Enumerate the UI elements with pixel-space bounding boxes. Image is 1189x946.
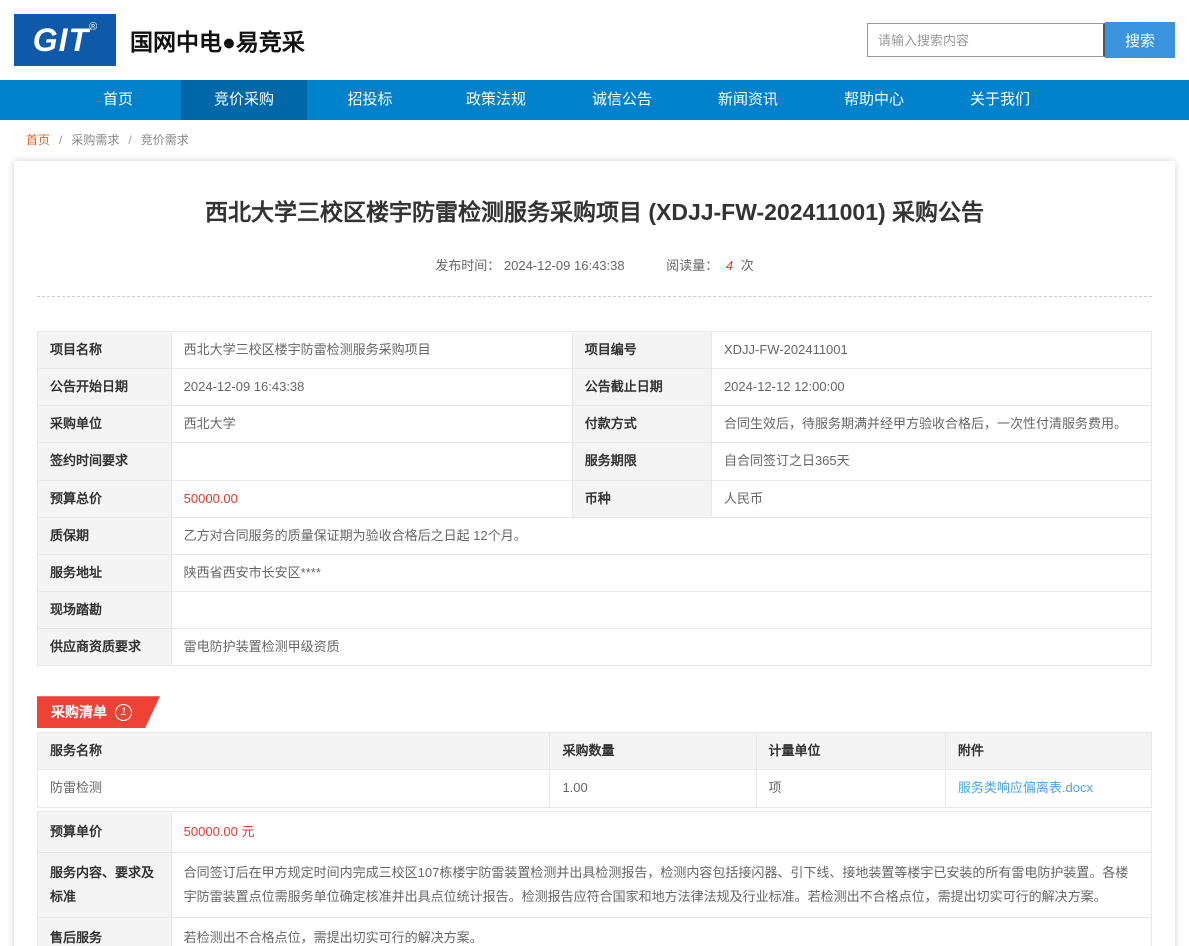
table-row: 公告开始日期 2024-12-09 16:43:38 公告截止日期 2024-1… — [38, 369, 1152, 406]
table-row: 售后服务 若检测出不合格点位，需提出切实可行的解决方案。 — [38, 917, 1152, 946]
column-header-unit: 计量单位 — [756, 733, 945, 770]
views-count: 4 — [726, 258, 733, 273]
info-label: 付款方式 — [572, 406, 711, 443]
brand-title: 国网中电●易竞采 — [130, 23, 305, 57]
project-info-table: 项目名称 西北大学三校区楼宇防雷检测服务采购项目 项目编号 XDJJ-FW-20… — [37, 331, 1152, 666]
info-label: 预算单价 — [38, 811, 172, 852]
attachment-cell: 服务类响应偏离表.docx — [945, 770, 1151, 807]
nav-item-news[interactable]: 新闻资讯 — [685, 80, 811, 120]
info-label: 项目编号 — [572, 332, 711, 369]
column-header-quantity: 采购数量 — [550, 733, 756, 770]
info-label: 供应商资质要求 — [38, 629, 172, 666]
breadcrumb-separator: / — [59, 133, 62, 147]
purchase-list-ribbon: 采购清单 1 — [37, 696, 160, 728]
nav-item-help[interactable]: 帮助中心 — [811, 80, 937, 120]
table-row: 服务内容、要求及标准 合同签订后在甲方规定时间内完成三校区107栋楼宇防雷装置检… — [38, 852, 1152, 917]
site-logo[interactable]: GIT ® — [14, 14, 116, 66]
logo-registered-mark: ® — [89, 21, 97, 66]
info-value: 西北大学三校区楼宇防雷检测服务采购项目 — [171, 332, 572, 369]
info-label: 采购单位 — [38, 406, 172, 443]
nav-item-policy[interactable]: 政策法规 — [433, 80, 559, 120]
page-title: 西北大学三校区楼宇防雷检测服务采购项目 (XDJJ-FW-202411001) … — [37, 193, 1152, 227]
purchase-list-ribbon-label: 采购清单 — [51, 702, 107, 722]
table-row: 质保期 乙方对合同服务的质量保证期为验收合格后之日起 12个月。 — [38, 517, 1152, 554]
table-row: 预算单价 50000.00 元 — [38, 811, 1152, 852]
unit-cell: 项 — [756, 770, 945, 807]
breadcrumb-purchase-demand[interactable]: 采购需求 — [71, 131, 119, 148]
info-label: 现场踏勘 — [38, 591, 172, 628]
info-value: 乙方对合同服务的质量保证期为验收合格后之日起 12个月。 — [171, 517, 1151, 554]
logo-text: GIT — [33, 14, 89, 66]
info-value — [171, 443, 572, 480]
info-value: 合同生效后，待服务期满并经甲方验收合格后，一次性付清服务费用。 — [711, 406, 1151, 443]
breadcrumb: 首页 / 采购需求 / 竞价需求 — [0, 120, 1189, 159]
column-header-service-name: 服务名称 — [38, 733, 550, 770]
breadcrumb-competitive-demand[interactable]: 竞价需求 — [141, 131, 189, 148]
publish-time-label: 发布时间： — [435, 258, 500, 273]
info-label: 公告开始日期 — [38, 369, 172, 406]
search-button[interactable]: 搜索 — [1105, 22, 1175, 58]
table-row: 服务地址 陕西省西安市长安区**** — [38, 554, 1152, 591]
dashed-divider — [37, 296, 1152, 297]
table-row: 防雷检测 1.00 项 服务类响应偏离表.docx — [38, 770, 1152, 807]
info-label: 币种 — [572, 480, 711, 517]
info-label: 服务期限 — [572, 443, 711, 480]
table-row: 供应商资质要求 雷电防护装置检测甲级资质 — [38, 629, 1152, 666]
purchase-list-table: 服务名称 采购数量 计量单位 附件 防雷检测 1.00 项 服务类响应偏离表.d… — [37, 732, 1152, 807]
budget-unit-price-value: 50000.00 元 — [171, 811, 1151, 852]
info-label: 预算总价 — [38, 480, 172, 517]
breadcrumb-home[interactable]: 首页 — [26, 131, 50, 148]
budget-total-value: 50000.00 — [171, 480, 572, 517]
service-content-value: 合同签订后在甲方规定时间内完成三校区107栋楼宇防雷装置检测并出具检测报告，检测… — [171, 852, 1151, 917]
views-label: 阅读量： — [666, 258, 718, 273]
info-label: 公告截止日期 — [572, 369, 711, 406]
info-label: 服务内容、要求及标准 — [38, 852, 172, 917]
nav-item-integrity-notice[interactable]: 诚信公告 — [559, 80, 685, 120]
info-value: 2024-12-12 12:00:00 — [711, 369, 1151, 406]
info-label: 项目名称 — [38, 332, 172, 369]
info-value — [171, 591, 1151, 628]
table-row: 预算总价 50000.00 币种 人民币 — [38, 480, 1152, 517]
nav-item-tender[interactable]: 招投标 — [307, 80, 433, 120]
info-value: 自合同签订之日365天 — [711, 443, 1151, 480]
nav-item-about[interactable]: 关于我们 — [937, 80, 1063, 120]
purchase-list-count-badge: 1 — [115, 704, 132, 721]
info-label: 质保期 — [38, 517, 172, 554]
info-label: 售后服务 — [38, 917, 172, 946]
search-bar: 搜索 — [867, 22, 1175, 58]
column-header-attachment: 附件 — [945, 733, 1151, 770]
info-label: 签约时间要求 — [38, 443, 172, 480]
table-row: 采购单位 西北大学 付款方式 合同生效后，待服务期满并经甲方验收合格后，一次性付… — [38, 406, 1152, 443]
table-row: 项目名称 西北大学三校区楼宇防雷检测服务采购项目 项目编号 XDJJ-FW-20… — [38, 332, 1152, 369]
nav-item-home[interactable]: 首页 — [55, 80, 181, 120]
top-bar: GIT ® 国网中电●易竞采 搜索 — [0, 0, 1189, 80]
notice-meta: 发布时间： 2024-12-09 16:43:38 阅读量： 4 次 — [37, 255, 1152, 274]
aftersale-value: 若检测出不合格点位，需提出切实可行的解决方案。 — [171, 917, 1151, 946]
table-header-row: 服务名称 采购数量 计量单位 附件 — [38, 733, 1152, 770]
attachment-link[interactable]: 服务类响应偏离表.docx — [958, 780, 1093, 795]
search-input[interactable] — [867, 23, 1105, 57]
info-value: 陕西省西安市长安区**** — [171, 554, 1151, 591]
service-detail-table: 预算单价 50000.00 元 服务内容、要求及标准 合同签订后在甲方规定时间内… — [37, 811, 1152, 946]
table-row: 现场踏勘 — [38, 591, 1152, 628]
service-name-cell: 防雷检测 — [38, 770, 550, 807]
main-nav: 首页 竞价采购 招投标 政策法规 诚信公告 新闻资讯 帮助中心 关于我们 — [0, 80, 1189, 120]
info-value: 人民币 — [711, 480, 1151, 517]
info-value: 2024-12-09 16:43:38 — [171, 369, 572, 406]
breadcrumb-separator: / — [128, 133, 131, 147]
views-unit: 次 — [741, 258, 754, 273]
info-value: 雷电防护装置检测甲级资质 — [171, 629, 1151, 666]
nav-item-competitive-purchase[interactable]: 竞价采购 — [181, 80, 307, 120]
info-label: 服务地址 — [38, 554, 172, 591]
publish-time-value: 2024-12-09 16:43:38 — [504, 258, 625, 273]
info-value: XDJJ-FW-202411001 — [711, 332, 1151, 369]
quantity-cell: 1.00 — [550, 770, 756, 807]
table-row: 签约时间要求 服务期限 自合同签订之日365天 — [38, 443, 1152, 480]
notice-card: 西北大学三校区楼宇防雷检测服务采购项目 (XDJJ-FW-202411001) … — [14, 161, 1175, 946]
info-value: 西北大学 — [171, 406, 572, 443]
